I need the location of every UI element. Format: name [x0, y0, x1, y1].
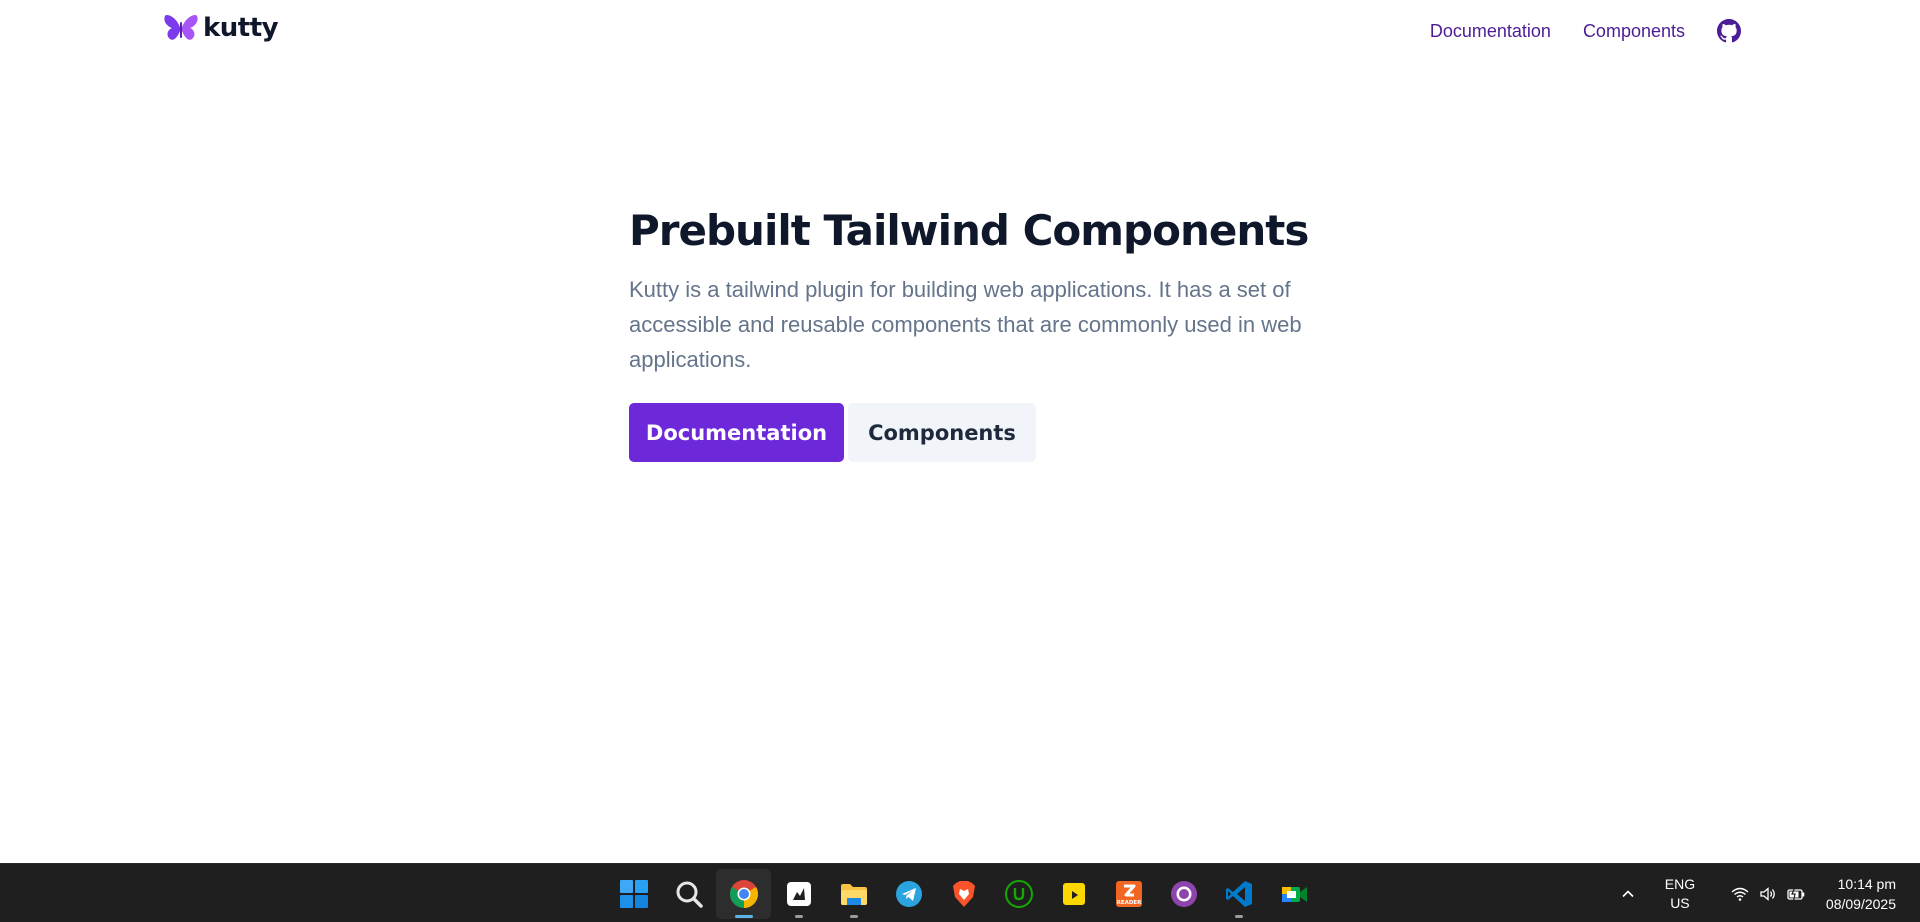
start-button[interactable]: [606, 869, 661, 919]
taskbar-brave[interactable]: [936, 869, 991, 919]
nav-documentation-link[interactable]: Documentation: [1430, 14, 1551, 48]
system-tray: ENG US 10:14 pm 08/09/2025: [1606, 864, 1920, 922]
brave-icon: [952, 880, 975, 907]
clock-date: 08/09/2025: [1825, 895, 1896, 912]
reader-icon: READER: [1115, 880, 1142, 907]
github-desktop-icon: [1170, 880, 1197, 907]
nav-components-link[interactable]: Components: [1583, 14, 1685, 48]
reader-label: READER: [1116, 900, 1142, 906]
page: kutty Documentation Components Prebuilt …: [0, 0, 1920, 922]
taskbar-search-button[interactable]: [661, 869, 716, 919]
battery-charging-icon: [1787, 886, 1805, 901]
clock-time: 10:14 pm: [1837, 875, 1896, 892]
taskbar-sticky-app[interactable]: [1046, 869, 1101, 919]
clock[interactable]: 10:14 pm 08/09/2025: [1818, 874, 1920, 914]
vscode-icon: [1225, 880, 1252, 907]
taskbar: READER ENG US 10:14 pm 08/09/2025: [0, 863, 1920, 922]
taskbar-google-meet[interactable]: [1266, 869, 1321, 919]
language-code: ENG: [1664, 875, 1696, 892]
language-indicator[interactable]: ENG US: [1650, 875, 1710, 913]
taskbar-app[interactable]: [771, 869, 826, 919]
show-hidden-icons-button[interactable]: [1606, 872, 1650, 916]
github-icon[interactable]: [1717, 19, 1741, 43]
sticky-app-icon: [1062, 882, 1085, 905]
taskbar-telegram[interactable]: [881, 869, 936, 919]
logo-link[interactable]: kutty: [163, 12, 279, 44]
taskbar-reader[interactable]: READER: [1101, 869, 1156, 919]
chrome-icon: [729, 879, 758, 908]
running-indicator: [1234, 914, 1243, 918]
taskbar-vscode[interactable]: [1211, 869, 1266, 919]
page-title: Prebuilt Tailwind Components: [629, 206, 1309, 255]
butterfly-logo-icon: [164, 15, 198, 40]
wifi-icon: [1731, 887, 1749, 901]
taskbar-upwork[interactable]: [991, 869, 1046, 919]
chevron-up-icon: [1622, 889, 1634, 897]
nav-links: Documentation Components: [1430, 14, 1741, 48]
search-icon: [676, 881, 703, 908]
running-indicator: [849, 914, 858, 918]
app-icon: [786, 881, 811, 906]
google-meet-icon: [1281, 886, 1307, 902]
quick-settings-button[interactable]: [1710, 872, 1818, 916]
telegram-icon: [895, 880, 922, 907]
keyboard-region: US: [1670, 894, 1690, 911]
taskbar-file-explorer[interactable]: [826, 869, 881, 919]
running-indicator: [734, 914, 753, 918]
windows-start-icon: [619, 879, 648, 908]
file-explorer-icon: [840, 883, 867, 905]
taskbar-github-desktop[interactable]: [1156, 869, 1211, 919]
taskbar-chrome[interactable]: [716, 868, 771, 919]
documentation-button[interactable]: Documentation: [629, 403, 844, 462]
hero-section: Prebuilt Tailwind Components Kutty is a …: [629, 200, 1309, 462]
running-indicator: [794, 914, 803, 918]
volume-icon: [1760, 886, 1775, 901]
hero-description: Kutty is a tailwind plugin for building …: [629, 277, 1302, 372]
taskbar-apps: READER: [606, 864, 1321, 922]
hero-buttons: Documentation Components: [629, 403, 1309, 462]
top-navbar: kutty Documentation Components: [0, 0, 1920, 62]
brand-name: kutty: [203, 13, 279, 43]
components-button[interactable]: Components: [848, 403, 1036, 462]
upwork-icon: [1004, 879, 1033, 908]
